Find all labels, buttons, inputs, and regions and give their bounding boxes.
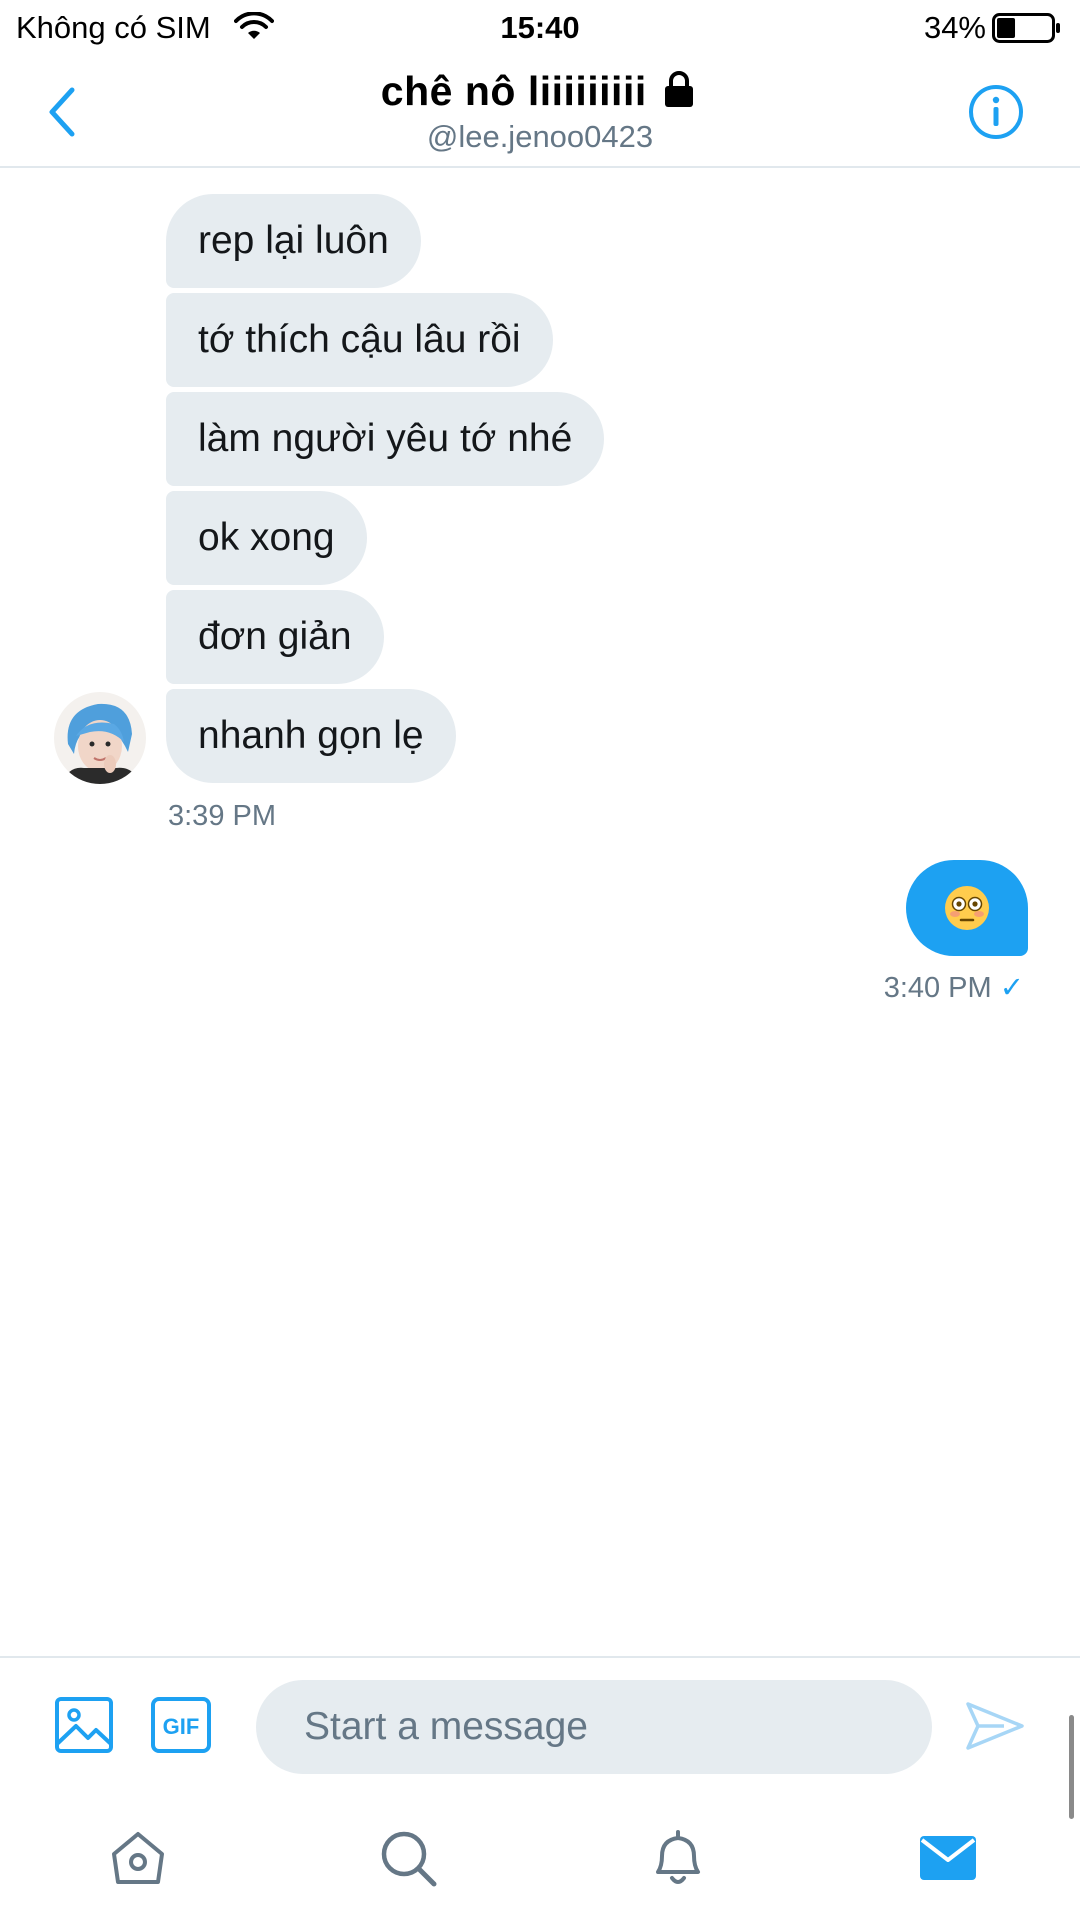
incoming-message[interactable]: ok xong	[166, 491, 367, 585]
messages-icon[interactable]	[916, 1826, 980, 1890]
avatar[interactable]	[54, 692, 146, 784]
battery-percent: 34%	[923, 10, 986, 45]
battery-icon	[992, 13, 1060, 43]
incoming-message[interactable]: rep lại luôn	[166, 194, 421, 288]
info-icon[interactable]	[968, 84, 1024, 140]
gif-label: GIF	[163, 1714, 200, 1739]
message-input[interactable]	[256, 1680, 932, 1774]
conversation-handle: @lee.jenoo0423	[426, 119, 654, 154]
clock: 15:40	[500, 10, 580, 45]
message-timestamp: 3:39 PM	[168, 800, 276, 832]
gif-icon: GIF	[151, 1697, 211, 1753]
message-list: rep lại luôn tớ thích cậu lâu rồi làm ng…	[0, 170, 1080, 1819]
message-timestamp: 3:40 PM ✓	[884, 970, 1024, 1005]
lock-icon	[665, 71, 694, 107]
send-icon[interactable]	[964, 1696, 1026, 1756]
incoming-message[interactable]: nhanh gọn lẹ	[166, 689, 456, 783]
avatar-photo	[54, 692, 146, 784]
read-check-icon: ✓	[999, 972, 1024, 1004]
header-title-block[interactable]: chê nô liiiiiiiii @lee.jenoo0423	[0, 68, 1080, 155]
home-icon[interactable]	[106, 1826, 170, 1890]
incoming-message[interactable]: tớ thích cậu lâu rồi	[166, 293, 553, 387]
conversation-header: chê nô liiiiiiiii @lee.jenoo0423	[0, 56, 1080, 168]
incoming-message[interactable]: đơn giản	[166, 590, 384, 684]
flushed-face-emoji	[945, 886, 989, 930]
conversation-title: chê nô liiiiiiiii	[380, 68, 647, 114]
status-bar: Không có SIM 15:40 34%	[0, 0, 1080, 56]
compose-bar: GIF	[0, 1656, 1080, 1790]
notifications-icon[interactable]	[646, 1826, 710, 1890]
outgoing-message[interactable]	[906, 860, 1028, 956]
incoming-message[interactable]: làm người yêu tớ nhé	[166, 392, 605, 486]
sent-time: 3:40 PM	[883, 972, 992, 1004]
image-icon[interactable]	[54, 1696, 114, 1754]
search-icon[interactable]	[376, 1826, 440, 1890]
gif-button[interactable]: GIF	[150, 1696, 212, 1754]
tab-bar	[0, 1790, 1080, 1920]
